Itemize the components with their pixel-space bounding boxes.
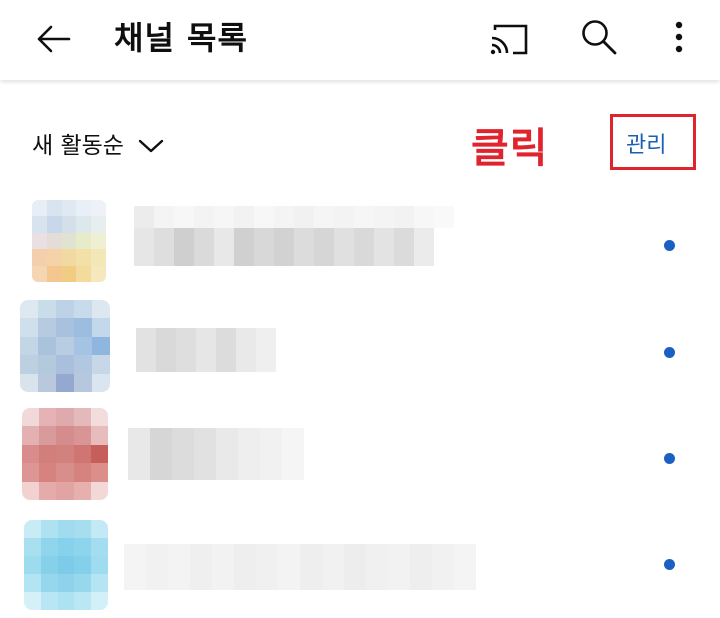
channel-name-blurred bbox=[136, 328, 276, 372]
arrow-left-icon bbox=[37, 25, 71, 53]
search-button[interactable] bbox=[576, 14, 622, 60]
manage-button[interactable]: 관리 bbox=[626, 126, 666, 166]
back-button[interactable] bbox=[30, 18, 76, 60]
channel-row[interactable] bbox=[0, 300, 720, 406]
sort-label: 새 활동순 bbox=[32, 133, 124, 159]
unread-indicator bbox=[664, 240, 675, 251]
channel-avatar bbox=[32, 200, 106, 282]
sort-dropdown[interactable]: 새 활동순 bbox=[32, 126, 164, 166]
cast-button[interactable] bbox=[486, 16, 532, 62]
unread-indicator bbox=[664, 347, 675, 358]
unread-indicator bbox=[664, 453, 675, 464]
chevron-down-icon bbox=[138, 139, 164, 153]
channel-row[interactable] bbox=[0, 406, 720, 512]
channel-name-blurred bbox=[128, 428, 304, 480]
channel-detail-blurred bbox=[134, 228, 434, 266]
more-options-button[interactable] bbox=[664, 14, 694, 60]
channel-name-blurred bbox=[134, 206, 454, 228]
channel-row[interactable] bbox=[0, 194, 720, 300]
channel-avatar bbox=[22, 408, 108, 500]
search-icon bbox=[582, 20, 617, 55]
click-annotation: 클릭 bbox=[471, 124, 549, 172]
channel-row[interactable] bbox=[0, 512, 720, 618]
cast-icon bbox=[490, 24, 528, 55]
unread-indicator bbox=[664, 559, 675, 570]
channel-avatar bbox=[24, 520, 108, 610]
page-title: 채널 목록 bbox=[114, 19, 248, 57]
top-app-bar: 채널 목록 bbox=[0, 0, 720, 80]
more-vert-icon bbox=[675, 21, 683, 53]
channel-avatar bbox=[20, 300, 110, 392]
channel-name-blurred bbox=[124, 544, 476, 590]
